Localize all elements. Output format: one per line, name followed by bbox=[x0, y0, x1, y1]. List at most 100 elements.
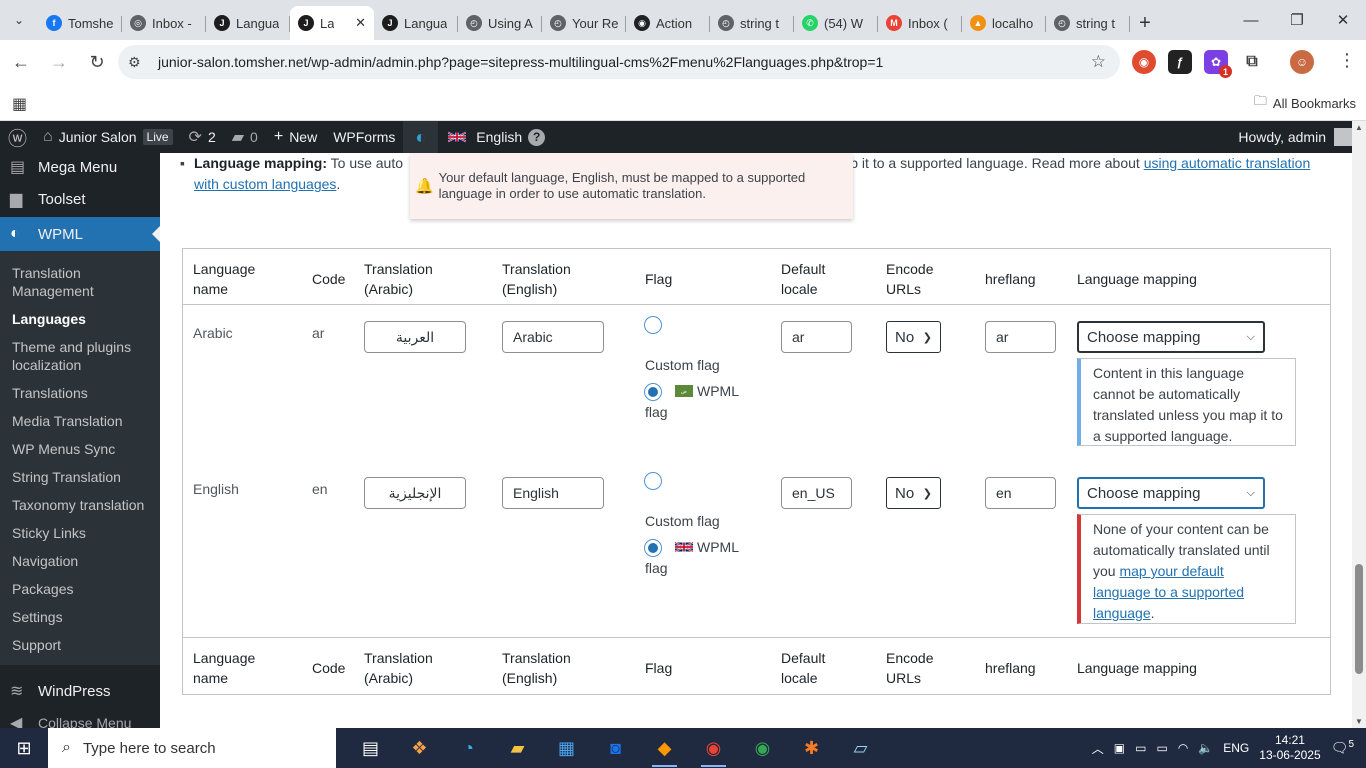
chrome-extension-icon[interactable]: ◉ bbox=[1132, 50, 1156, 74]
sidebar-item-toolset[interactable]: ▆ Toolset bbox=[0, 181, 160, 217]
sidebar-item-mega-menu[interactable]: ▤ Mega Menu bbox=[0, 153, 160, 181]
sidebar-subitem-wp-menus-sync[interactable]: WP Menus Sync bbox=[0, 435, 160, 463]
url-text[interactable]: junior-salon.tomsher.net/wp-admin/admin.… bbox=[158, 54, 883, 70]
scroll-down-arrow-icon[interactable]: ▼ bbox=[1355, 717, 1363, 726]
sidebar-item-wpml[interactable]: ◐ WPML bbox=[0, 217, 160, 251]
input-language[interactable]: ENG bbox=[1223, 741, 1249, 755]
translation-english-input[interactable]: Arabic bbox=[502, 321, 604, 353]
wpml-flag-radio[interactable] bbox=[644, 383, 662, 401]
language-mapping-select[interactable]: Choose mapping ⌵ bbox=[1077, 477, 1265, 509]
browser-tab[interactable]: ◴ string t bbox=[1046, 6, 1130, 40]
collapse-menu-button[interactable]: ◀ Collapse Menu bbox=[0, 707, 160, 728]
sidebar-item-windpress[interactable]: ≋ WindPress bbox=[0, 675, 160, 707]
notifications-icon[interactable]: 🗨5 bbox=[1331, 739, 1354, 757]
puzzle-extensions-icon[interactable]: ⧉ bbox=[1240, 50, 1264, 74]
wpml-logo-icon[interactable]: ◐ bbox=[403, 121, 439, 153]
maximize-icon[interactable]: ❐ bbox=[1274, 0, 1320, 40]
outlook-icon[interactable]: ◙ bbox=[591, 728, 640, 768]
minimize-icon[interactable]: — bbox=[1228, 0, 1274, 40]
browser-tab[interactable]: J Langua bbox=[206, 6, 290, 40]
browser-tab[interactable]: ◉ Action bbox=[626, 6, 710, 40]
browser-tab[interactable]: ◴ Your Re bbox=[542, 6, 626, 40]
clock[interactable]: 14:21 13-06-2025 bbox=[1259, 733, 1320, 763]
sidebar-subitem-languages[interactable]: Languages bbox=[0, 305, 160, 333]
sidebar-subitem-navigation[interactable]: Navigation bbox=[0, 547, 160, 575]
encode-urls-select[interactable]: No ❯ bbox=[886, 321, 941, 353]
tab-close-icon[interactable]: ✕ bbox=[355, 15, 366, 31]
wpml-flag-radio[interactable] bbox=[644, 539, 662, 557]
browser-tab[interactable]: ✆ (54) W bbox=[794, 6, 878, 40]
extension-badge-icon[interactable]: ✿ 1 bbox=[1204, 50, 1232, 78]
custom-flag-radio[interactable] bbox=[644, 472, 662, 490]
wifi-icon[interactable]: ◠ bbox=[1178, 741, 1188, 755]
all-bookmarks-button[interactable]: 🗀 All Bookmarks bbox=[1254, 92, 1356, 114]
chrome-profile-icon[interactable]: ◉ bbox=[738, 728, 787, 768]
site-name-link[interactable]: ⌂ Junior Salon Live bbox=[35, 121, 181, 153]
sidebar-subitem-translation-management[interactable]: Translation Management bbox=[0, 259, 160, 305]
browser-tab[interactable]: ▲ localho bbox=[962, 6, 1046, 40]
browser-tab[interactable]: ◎ Inbox - bbox=[122, 6, 206, 40]
browser-tab[interactable]: ◴ Using A bbox=[458, 6, 542, 40]
copilot-icon[interactable]: ❖ bbox=[395, 728, 444, 768]
address-bar[interactable]: ⚙ junior-salon.tomsher.net/wp-admin/admi… bbox=[118, 45, 1120, 79]
volume-icon[interactable]: 🔈 bbox=[1198, 741, 1213, 755]
browser-tab[interactable]: J La ✕ bbox=[290, 6, 374, 40]
tray-overflow-chevron-icon[interactable]: ︿ bbox=[1092, 740, 1104, 757]
windows-start-icon[interactable]: ⊞ bbox=[0, 738, 48, 759]
profile-avatar-icon[interactable]: ☺ bbox=[1290, 50, 1314, 74]
my-account-link[interactable]: Howdy, admin bbox=[1238, 121, 1352, 153]
scroll-up-arrow-icon[interactable]: ▲ bbox=[1355, 123, 1363, 132]
sidebar-subitem-settings[interactable]: Settings bbox=[0, 603, 160, 631]
xampp-icon[interactable]: ✱ bbox=[787, 728, 836, 768]
sublime-icon[interactable]: ◆ bbox=[640, 728, 689, 768]
back-arrow-icon[interactable]: ← bbox=[4, 45, 38, 79]
language-switcher[interactable]: English ? bbox=[438, 121, 553, 153]
sidebar-subitem-theme-and-plugins-localization[interactable]: Theme and plugins localization bbox=[0, 333, 160, 379]
hreflang-input[interactable]: ar bbox=[985, 321, 1056, 353]
sidebar-subitem-sticky-links[interactable]: Sticky Links bbox=[0, 519, 160, 547]
display-icon[interactable]: ▭ bbox=[1135, 741, 1146, 755]
page-scrollbar[interactable]: ▲ ▼ bbox=[1352, 121, 1366, 728]
sidebar-subitem-translations[interactable]: Translations bbox=[0, 379, 160, 407]
task-view-icon[interactable]: ▤ bbox=[346, 728, 395, 768]
hreflang-input[interactable]: en bbox=[985, 477, 1056, 509]
new-tab-plus-icon[interactable]: + bbox=[1130, 6, 1160, 40]
close-window-icon[interactable]: ✕ bbox=[1320, 0, 1366, 40]
sidebar-subitem-taxonomy-translation[interactable]: Taxonomy translation bbox=[0, 491, 160, 519]
sidebar-subitem-support[interactable]: Support bbox=[0, 631, 160, 659]
browser-tab[interactable]: J Langua bbox=[374, 6, 458, 40]
sidebar-subitem-media-translation[interactable]: Media Translation bbox=[0, 407, 160, 435]
new-content-link[interactable]: + New bbox=[266, 121, 325, 153]
edge-icon[interactable]: ◔ bbox=[444, 728, 493, 768]
wordpress-logo-icon[interactable]: ⓦ bbox=[0, 121, 35, 153]
chrome-icon[interactable]: ◉ bbox=[689, 728, 738, 768]
language-mapping-select[interactable]: Choose mapping ⌵ bbox=[1077, 321, 1265, 353]
tab-search-chevron-icon[interactable]: ⌄ bbox=[0, 0, 38, 40]
browser-tab[interactable]: ◴ string t bbox=[710, 6, 794, 40]
custom-flag-radio[interactable] bbox=[644, 316, 662, 334]
comments-link[interactable]: ▰ 0 bbox=[224, 121, 266, 153]
sidebar-subitem-packages[interactable]: Packages bbox=[0, 575, 160, 603]
browser-tab[interactable]: f Tomsher bbox=[38, 6, 122, 40]
scrollbar-thumb[interactable] bbox=[1355, 564, 1363, 674]
store-icon[interactable]: ▦ bbox=[542, 728, 591, 768]
bookmark-star-icon[interactable]: ☆ bbox=[1091, 52, 1106, 72]
sidebar-subitem-string-translation[interactable]: String Translation bbox=[0, 463, 160, 491]
default-locale-input[interactable]: ar bbox=[781, 321, 852, 353]
site-info-icon[interactable]: ⚙ bbox=[128, 54, 152, 71]
help-icon[interactable]: ? bbox=[528, 128, 546, 146]
updates-link[interactable]: ⟳ 2 bbox=[181, 121, 224, 153]
forward-arrow-icon[interactable]: → bbox=[42, 45, 76, 79]
notepad-icon[interactable]: ▱ bbox=[836, 728, 885, 768]
browser-tab[interactable]: M Inbox ( bbox=[878, 6, 962, 40]
translation-arabic-input[interactable]: العربية bbox=[364, 321, 466, 353]
browser-menu-icon[interactable]: ⋮ bbox=[1338, 50, 1356, 71]
reload-icon[interactable]: ↻ bbox=[80, 45, 114, 79]
translation-english-input[interactable]: English bbox=[502, 477, 604, 509]
apps-grid-icon[interactable]: ▦ bbox=[12, 94, 27, 114]
file-explorer-icon[interactable]: ▰ bbox=[493, 728, 542, 768]
battery-icon[interactable]: ▭ bbox=[1156, 741, 1167, 755]
taskbar-search-box[interactable]: ⌕ Type here to search bbox=[48, 728, 336, 768]
encode-urls-select[interactable]: No ❯ bbox=[886, 477, 941, 509]
translation-arabic-input[interactable]: الإنجليزية bbox=[364, 477, 466, 509]
